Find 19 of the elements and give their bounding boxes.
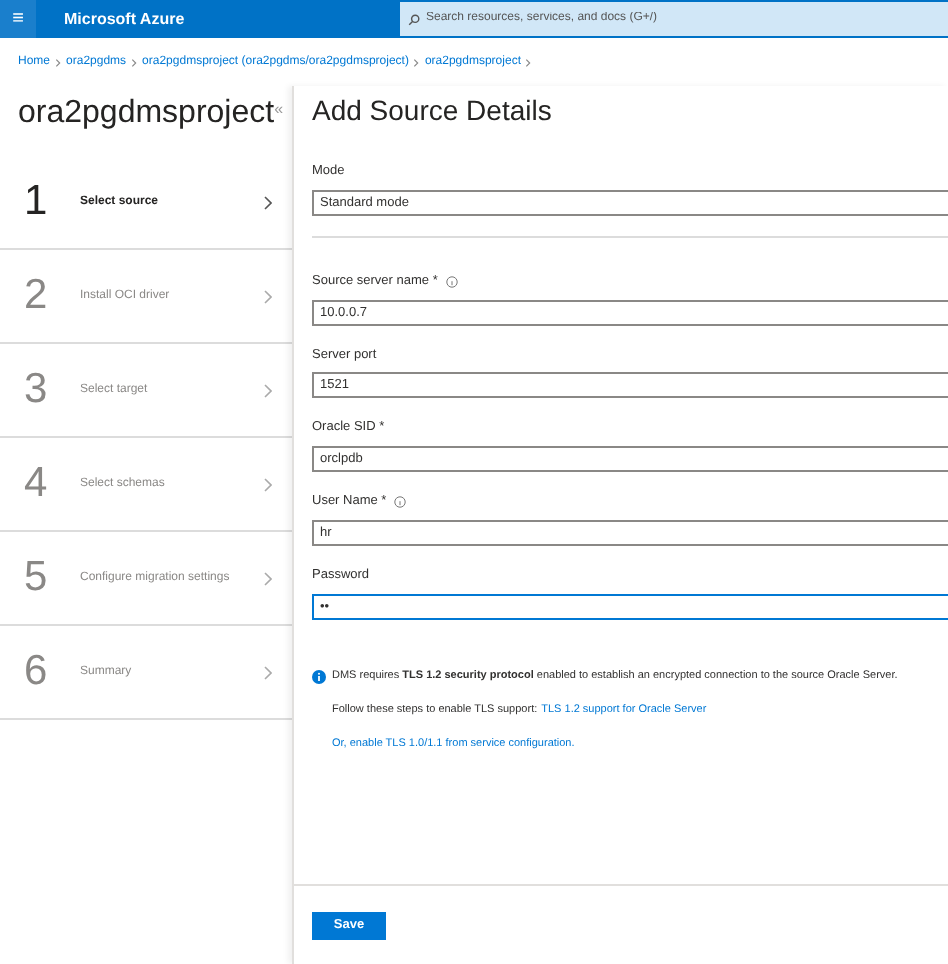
info-icon [445, 275, 458, 288]
chevron-icon [264, 477, 272, 491]
chevron-icon [412, 57, 421, 67]
chevron-icon [264, 383, 272, 397]
chevron-icon [524, 57, 533, 67]
brand-title: Microsoft Azure [64, 7, 187, 31]
chevron-icon [54, 57, 63, 67]
chevron-icon [264, 571, 272, 585]
chevron-icon [264, 195, 272, 209]
chevron-icon [264, 289, 272, 303]
menu-button[interactable]: ≡ [0, 0, 36, 38]
info-icon [394, 495, 407, 508]
collapse-button[interactable]: « [274, 98, 284, 122]
panel-title: Add Source Details [312, 92, 554, 130]
sidebar-title: ora2pgdmsproject [18, 94, 275, 134]
info-icon [312, 669, 326, 683]
chevron-icon [130, 57, 139, 67]
chevron-icon [264, 665, 272, 679]
search-icon [408, 13, 420, 25]
